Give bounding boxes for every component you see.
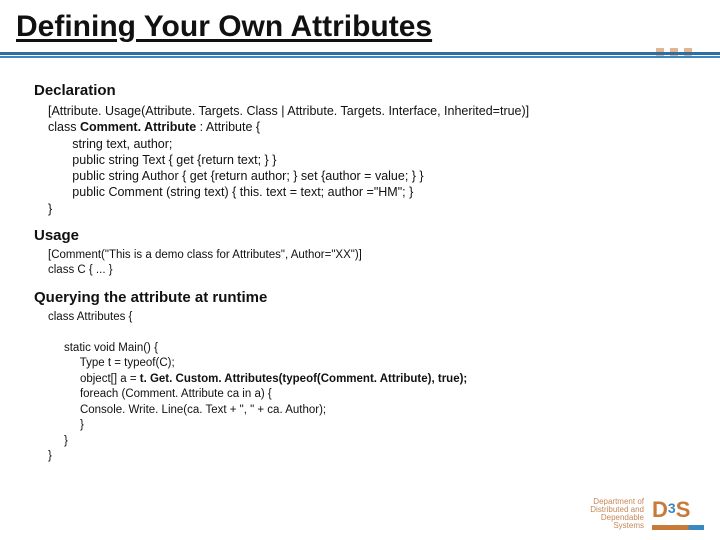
code-querying: class Attributes { static void Main() { …: [48, 310, 690, 465]
footer: Department of Distributed and Dependable…: [590, 497, 704, 530]
logo-d: D: [652, 497, 668, 523]
usage-line-1: [Comment("This is a demo class for Attri…: [48, 249, 362, 261]
decl-line-6: public Comment (string text) { this. tex…: [48, 185, 413, 199]
query-line-5: foreach (Comment. Attribute ca in a) {: [48, 388, 272, 400]
content-area: Declaration [Attribute. Usage(Attribute.…: [0, 60, 720, 465]
query-line-1: class Attributes {: [48, 311, 132, 323]
footer-text: Department of Distributed and Dependable…: [590, 498, 644, 530]
logo-s: S: [676, 497, 691, 523]
code-usage: [Comment("This is a demo class for Attri…: [48, 248, 690, 279]
decl-line-2a: class: [48, 120, 80, 134]
title-rule: [0, 52, 720, 60]
decl-line-2b: Comment. Attribute: [80, 120, 196, 134]
code-declaration: [Attribute. Usage(Attribute. Targets. Cl…: [48, 103, 690, 217]
decl-line-7: }: [48, 202, 52, 216]
logo-3: 3: [668, 500, 676, 516]
query-line-8: }: [48, 435, 68, 447]
logo-bar-icon: [652, 525, 704, 530]
heading-usage: Usage: [34, 227, 690, 244]
query-line-7: }: [48, 419, 84, 431]
logo: D3S: [652, 497, 704, 530]
decl-line-4: public string Text { get {return text; }…: [48, 153, 276, 167]
decl-line-5: public string Author { get {return autho…: [48, 169, 424, 183]
usage-line-2: class C { ... }: [48, 264, 113, 276]
slide: Defining Your Own Attributes Declaration…: [0, 0, 720, 540]
query-line-9: }: [48, 450, 52, 462]
heading-querying: Querying the attribute at runtime: [34, 289, 690, 306]
page-title: Defining Your Own Attributes: [0, 0, 720, 50]
query-line-3: Type t = typeof(C);: [48, 357, 175, 369]
decl-line-3: string text, author;: [48, 137, 172, 151]
query-line-4b: t. Get. Custom. Attributes(typeof(Commen…: [140, 373, 468, 385]
query-line-2: static void Main() {: [48, 342, 158, 354]
decl-line-2c: : Attribute {: [196, 120, 260, 134]
heading-declaration: Declaration: [34, 82, 690, 99]
decl-line-1: [Attribute. Usage(Attribute. Targets. Cl…: [48, 104, 529, 118]
query-line-4a: object[] a =: [48, 373, 140, 385]
footer-line-4: Systems: [590, 522, 644, 530]
query-line-6: Console. Write. Line(ca. Text + ", " + c…: [48, 404, 326, 416]
